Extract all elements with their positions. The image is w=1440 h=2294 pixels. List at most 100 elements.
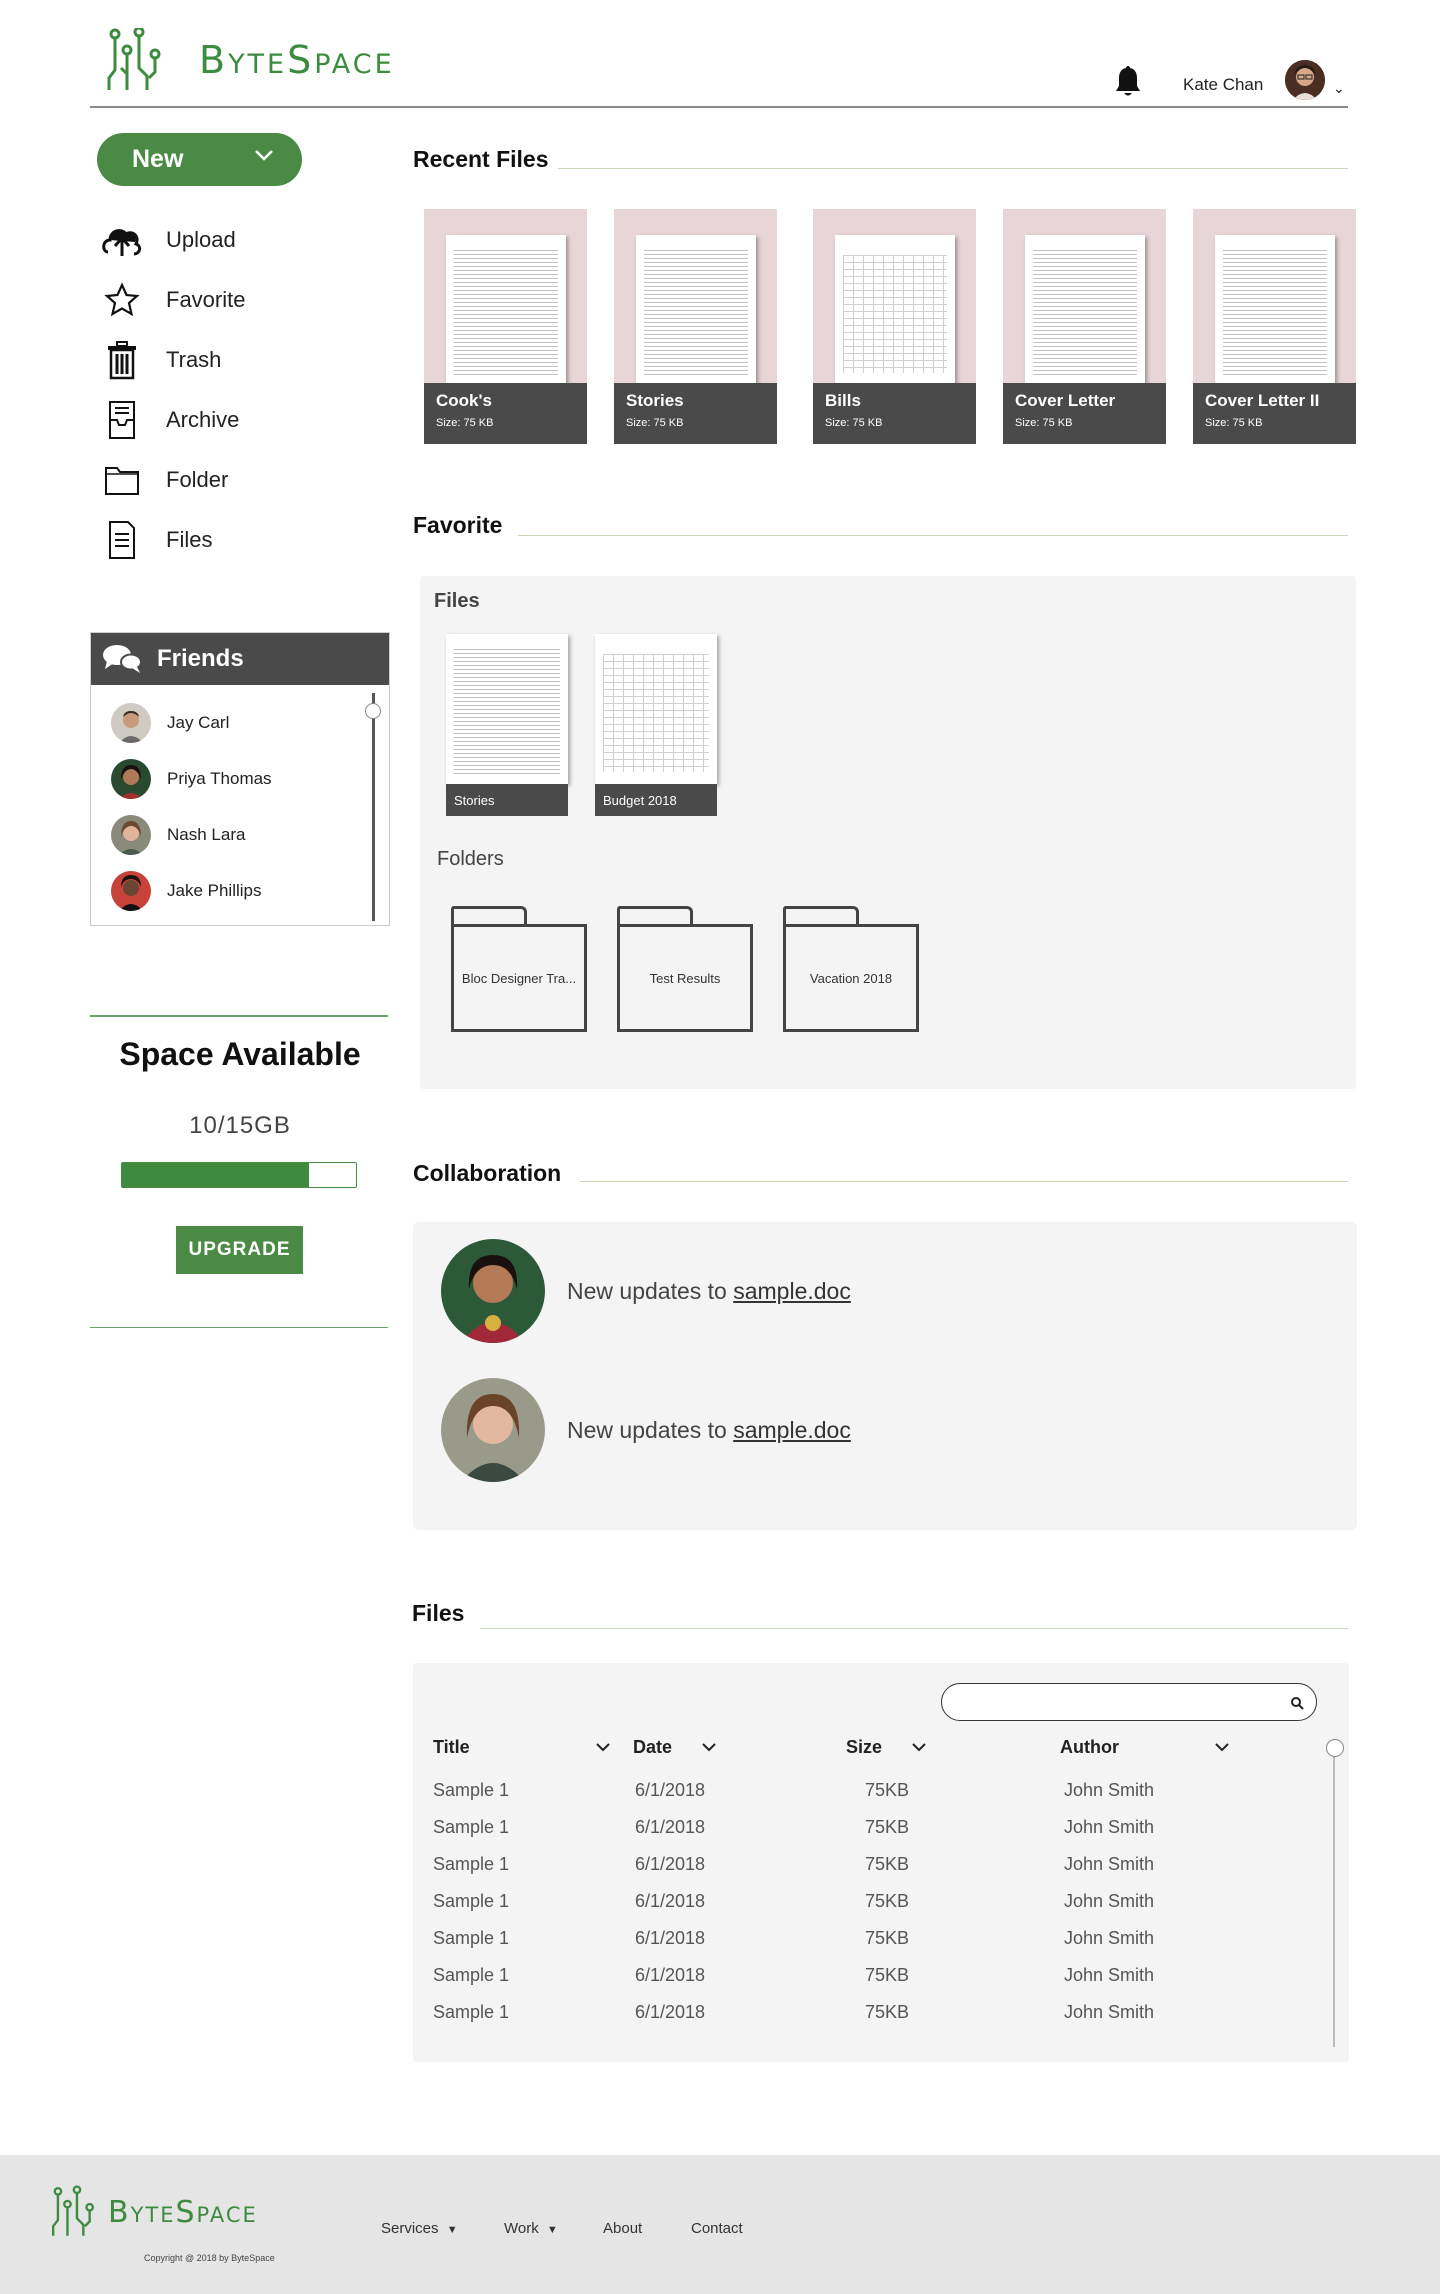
recent-file-card[interactable]: Cover Letter II Size: 75 KB [1193,209,1356,444]
recent-file-card[interactable]: Cover Letter Size: 75 KB [1003,209,1166,444]
file-name: Cover Letter [1015,391,1116,410]
sidebar-item-trash[interactable]: Trash [100,340,221,380]
friend-avatar [111,759,151,799]
favorite-file[interactable]: Budget 2018 [595,634,717,816]
sidebar-item-favorite[interactable]: Favorite [100,280,245,320]
footer-logo[interactable]: ByteSpace [50,2181,258,2243]
bell-icon[interactable] [1113,64,1143,98]
sidebar-item-files[interactable]: Files [100,520,212,560]
sidebar-item-upload[interactable]: Upload [100,220,236,260]
favorite-file[interactable]: Stories [446,634,568,816]
cell-date: 6/1/2018 [635,2002,706,2022]
friend-item[interactable]: Jake Phillips [111,871,262,911]
footer: ByteSpace Copyright @ 2018 by ByteSpace … [0,2155,1440,2294]
cell-title[interactable]: Sample 1 [433,1854,509,1875]
column-header-title[interactable]: Title [433,1737,610,1758]
brand-name: ByteSpace [199,38,395,82]
favorite-folders-label: Folders [437,848,504,870]
column-header-size[interactable]: Size [846,1737,926,1758]
cell-title[interactable]: Sample 1 [433,1928,509,1949]
recent-file-card[interactable]: Bills Size: 75 KB [813,209,976,444]
favorite-folder[interactable]: Vacation 2018 [783,906,919,1032]
column-label: Title [433,1737,470,1757]
space-value: 10/15GB [189,1112,291,1139]
cell-author: John Smith [1064,1780,1155,1800]
footer-nav-contact[interactable]: Contact [691,2220,743,2237]
user-avatar[interactable] [1285,60,1325,100]
column-header-author[interactable]: Author [1060,1737,1229,1758]
new-button[interactable]: New [97,133,302,186]
friends-scrollbar[interactable] [372,693,375,921]
column-header-date[interactable]: Date [633,1737,716,1758]
friends-scroll-handle[interactable] [365,703,381,719]
friend-item[interactable]: Jay Carl [111,703,229,743]
cell-size: 75KB [865,2002,910,2022]
collaboration-title: Collaboration [413,1160,562,1186]
files-title: Files [412,1600,465,1626]
cell-author: John Smith [1064,1854,1155,1874]
footer-nav-services[interactable]: Services ▼ [381,2220,458,2237]
folder-name: Bloc Designer Tra... [451,924,587,1032]
collaboration-update: New updates to sample.doc [441,1378,851,1482]
friends-title: Friends [157,645,244,672]
caret-down-icon: ▼ [546,2224,558,2236]
sidebar-item-archive[interactable]: Archive [100,400,239,440]
user-name[interactable]: Kate Chan [1183,75,1263,95]
favorite-title: Favorite [413,512,503,538]
friend-item[interactable]: Priya Thomas [111,759,272,799]
file-name: Budget 2018 [595,784,717,816]
cell-title[interactable]: Sample 1 [433,1780,509,1801]
document-thumbnail [446,634,568,784]
favorite-folder[interactable]: Test Results [617,906,753,1032]
file-name: Bills [825,391,861,410]
friends-panel: Friends Jay Carl Priya Thomas Nash Lara … [90,632,390,926]
cell-title[interactable]: Sample 1 [433,1891,509,1912]
chevron-down-icon [702,1743,716,1752]
update-file-link[interactable]: sample.doc [733,1417,851,1443]
archive-icon [100,400,144,440]
search-icon[interactable] [1290,1696,1304,1710]
folder-name: Vacation 2018 [783,924,919,1032]
new-button-label: New [132,145,184,173]
update-message: New updates to [567,1277,734,1304]
sidebar-item-folder[interactable]: Folder [100,460,228,500]
footer-nav-about[interactable]: About [603,2220,642,2237]
file-size: Size: 75 KB [825,417,883,429]
favorite-files-label: Files [434,590,480,612]
search-input[interactable] [941,1683,1317,1721]
cell-size: 75KB [865,1928,910,1948]
file-caption: Cover Letter II Size: 75 KB [1193,383,1356,444]
cell-date: 6/1/2018 [635,1780,706,1800]
recent-file-card[interactable]: Cook's Size: 75 KB [424,209,587,444]
nav-label: Work [504,2220,539,2237]
cell-title[interactable]: Sample 1 [433,2002,509,2023]
circuit-logo-icon [51,2185,95,2236]
favorite-panel: Files Stories Budget 2018 Folders Bloc D… [420,576,1356,1089]
recent-file-card[interactable]: Stories Size: 75 KB [614,209,777,444]
cell-title[interactable]: Sample 1 [433,1965,509,1986]
cell-date: 6/1/2018 [635,1891,706,1911]
favorite-folder[interactable]: Bloc Designer Tra... [451,906,587,1032]
cell-date: 6/1/2018 [635,1854,706,1874]
sidebar-item-label: Folder [166,467,229,492]
file-size: Size: 75 KB [436,417,494,429]
friend-item[interactable]: Nash Lara [111,815,245,855]
file-name: Stories [446,784,568,816]
section-divider [518,535,1348,536]
sidebar-item-label: Archive [166,407,240,432]
update-file-link[interactable]: sample.doc [733,1278,851,1304]
caret-down-icon: ▼ [446,2224,458,2236]
friend-avatar [111,871,151,911]
sidebar-item-label: Favorite [166,287,246,312]
cell-size: 75KB [865,1965,910,1985]
table-scrollbar[interactable] [1333,1747,1335,2047]
cell-title[interactable]: Sample 1 [433,1817,509,1838]
user-menu-chevron-icon[interactable]: ⌄ [1333,80,1345,97]
table-scroll-handle[interactable] [1326,1739,1344,1757]
upgrade-button[interactable]: UPGRADE [176,1226,303,1274]
footer-nav-work[interactable]: Work ▼ [504,2220,558,2237]
brand-logo[interactable]: ByteSpace [105,28,395,92]
sidebar-item-label: Upload [166,227,236,252]
collaboration-update: New updates to sample.doc [441,1239,851,1343]
cell-size: 75KB [865,1817,910,1837]
